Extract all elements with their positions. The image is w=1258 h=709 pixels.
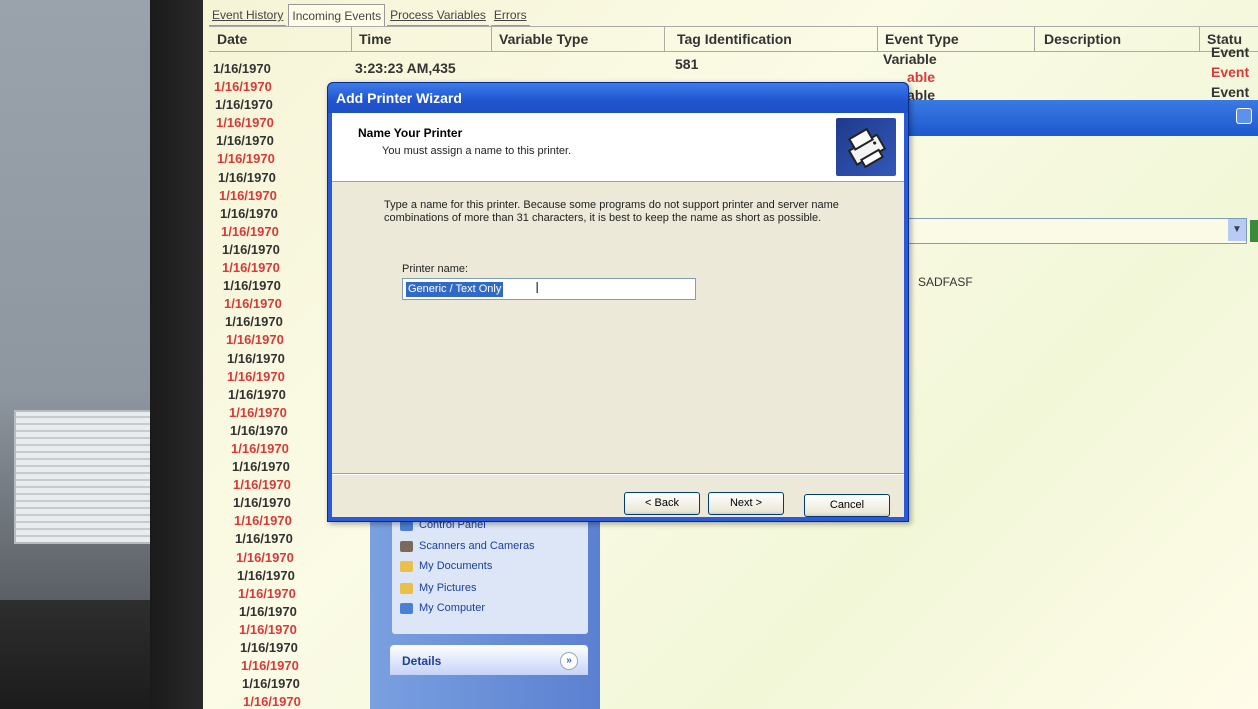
event-tabs: Event History Incoming Events Process Vari… [209, 4, 532, 26]
date-cell[interactable]: 1/16/1970 [213, 639, 353, 657]
printer-icon [836, 118, 896, 176]
next-button[interactable]: Next > [708, 492, 784, 515]
date-cell[interactable]: 1/16/1970 [213, 675, 353, 693]
details-section-header[interactable]: Details » [390, 645, 588, 675]
status-cell[interactable]: Event [1211, 42, 1249, 62]
date-cell[interactable]: 1/16/1970 [213, 693, 353, 709]
date-cell[interactable]: 1/16/1970 [213, 530, 353, 548]
task-scanners-and-cameras[interactable]: Scanners and Cameras [400, 538, 535, 554]
computer-icon [400, 602, 413, 614]
row-tag[interactable]: 581 [675, 56, 698, 72]
pictures-icon [400, 582, 413, 594]
expand-chevron-icon[interactable]: » [560, 652, 578, 670]
wizard-header: Name Your Printer You must assign a name… [332, 113, 904, 182]
tab-event-history[interactable]: Event History [209, 4, 287, 26]
tab-incoming-events[interactable]: Incoming Events [288, 4, 386, 26]
col-header-time[interactable]: Time [359, 31, 391, 47]
col-header-event-type[interactable]: Event Type [885, 31, 959, 47]
background-window-combo[interactable]: ▼ [905, 218, 1247, 244]
date-cell[interactable]: 1/16/1970 [213, 621, 353, 639]
col-header-description[interactable]: Description [1044, 31, 1121, 47]
printer-name-value[interactable]: Generic / Text Only [406, 282, 504, 297]
printer-name-input[interactable]: Generic / Text Only I [402, 278, 696, 300]
minimize-icon[interactable] [1236, 108, 1252, 124]
folder-icon [400, 560, 413, 572]
cancel-button[interactable]: Cancel [804, 494, 890, 517]
wizard-subheading: You must assign a name to this printer. [382, 145, 572, 157]
details-label: Details [402, 654, 442, 668]
printer-list-item[interactable]: SADFASF [918, 275, 973, 289]
task-my-documents[interactable]: My Documents [400, 558, 492, 574]
task-my-pictures[interactable]: My Pictures [400, 580, 476, 596]
wizard-titlebar[interactable]: Add Printer Wizard [328, 83, 908, 113]
wizard-body: Name Your Printer You must assign a name… [332, 113, 904, 517]
wizard-title: Add Printer Wizard [336, 90, 462, 106]
date-cell[interactable]: 1/16/1970 [213, 585, 353, 603]
back-button[interactable]: < Back [624, 492, 700, 515]
tab-process-variables[interactable]: Process Variables [387, 4, 489, 26]
go-icon[interactable] [1250, 220, 1258, 242]
task-my-computer[interactable]: My Computer [400, 600, 485, 616]
chevron-down-icon[interactable]: ▼ [1228, 219, 1246, 241]
background-window-titlebar [905, 100, 1258, 136]
event-type-cell[interactable]: Variable [883, 50, 937, 68]
task-label: My Documents [419, 560, 493, 572]
row-time[interactable]: 3:23:23 AM,435 [355, 60, 456, 76]
wizard-heading: Name Your Printer [358, 126, 463, 140]
add-printer-wizard-dialog: Add Printer Wizard Name Your Printer You… [327, 82, 909, 522]
date-cell[interactable]: 1/16/1970 [213, 657, 353, 675]
status-column: Event Event Event [1211, 42, 1249, 102]
col-header-date[interactable]: Date [217, 31, 247, 47]
grid-header: Date Time Variable Type Tag Identificati… [209, 26, 1258, 52]
status-cell[interactable]: Event [1211, 82, 1249, 102]
task-label: My Computer [419, 602, 486, 614]
monitor-bezel [150, 0, 210, 709]
status-cell[interactable]: Event [1211, 62, 1249, 82]
printer-name-label: Printer name: [402, 263, 469, 275]
tab-errors[interactable]: Errors [490, 4, 530, 26]
text-cursor-icon: I [535, 280, 540, 297]
scanner-icon [400, 540, 413, 552]
col-header-tag[interactable]: Tag Identification [677, 31, 792, 47]
date-cell[interactable]: 1/16/1970 [213, 603, 353, 621]
date-cell[interactable]: 1/16/1970 [213, 567, 353, 585]
task-label: Scanners and Cameras [419, 540, 535, 552]
col-header-variable-type[interactable]: Variable Type [499, 31, 588, 47]
date-cell[interactable]: 1/16/1970 [213, 60, 353, 78]
wizard-separator [332, 473, 904, 475]
task-label: My Pictures [419, 582, 477, 594]
wizard-description: Type a name for this printer. Because so… [384, 199, 839, 224]
date-cell[interactable]: 1/16/1970 [213, 549, 353, 567]
